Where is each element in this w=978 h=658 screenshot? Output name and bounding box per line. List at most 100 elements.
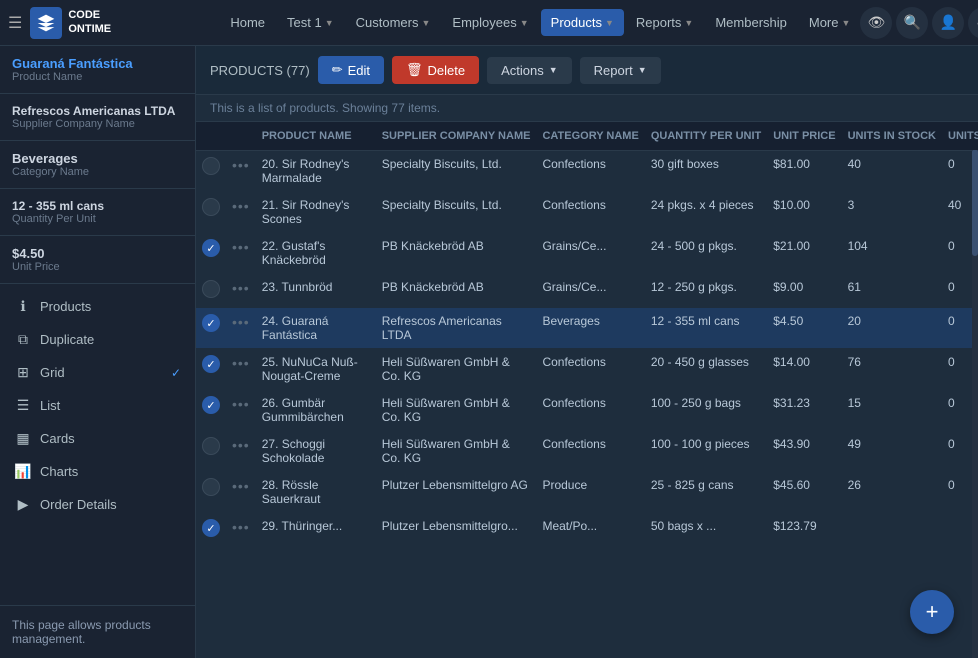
table-row[interactable]: ••• 23. Tunnbröd PB Knäckebröd AB Grains… (196, 274, 978, 308)
dots-icon[interactable]: ••• (232, 157, 250, 173)
table-row[interactable]: ✓ ••• 29. Thüringer... Plutzer Lebensmit… (196, 513, 978, 544)
row-menu-cell[interactable]: ••• (226, 151, 256, 192)
report-button[interactable]: Report ▼ (580, 57, 661, 84)
row-checkbox-cell[interactable]: ✓ (196, 513, 226, 544)
checkbox-unchecked[interactable] (202, 198, 220, 216)
edit-button[interactable]: ✏ Edit (318, 56, 384, 84)
row-menu-cell[interactable]: ••• (226, 192, 256, 233)
row-checkbox-cell[interactable] (196, 151, 226, 192)
search-icon[interactable]: 🔍 (896, 7, 928, 39)
dots-icon[interactable]: ••• (232, 478, 250, 494)
col-supplier[interactable]: SUPPLIER COMPANY NAME (376, 122, 537, 151)
products-table-wrap[interactable]: PRODUCT NAME SUPPLIER COMPANY NAME CATEG… (196, 122, 978, 658)
sidebar-category-label: Category Name (12, 166, 183, 178)
row-category: Grains/Ce... (536, 274, 644, 308)
dots-icon[interactable]: ••• (232, 239, 250, 255)
more-icon[interactable]: ••• (968, 7, 978, 39)
checkbox-checked[interactable]: ✓ (202, 239, 220, 257)
scrollbar-thumb[interactable] (972, 149, 978, 256)
nav-more[interactable]: More ▼ (799, 9, 861, 36)
checkbox-checked[interactable]: ✓ (202, 355, 220, 373)
checkbox-unchecked[interactable] (202, 280, 220, 298)
hamburger-icon[interactable]: ☰ (8, 13, 22, 33)
nav-test1[interactable]: Test 1 ▼ (277, 9, 344, 36)
nav-customers[interactable]: Customers ▼ (346, 9, 441, 36)
table-row[interactable]: ✓ ••• 24. Guaraná Fantástica Refrescos A… (196, 308, 978, 349)
row-checkbox-cell[interactable]: ✓ (196, 233, 226, 274)
dots-icon[interactable]: ••• (232, 355, 250, 371)
row-checkbox-cell[interactable]: ✓ (196, 308, 226, 349)
add-fab[interactable]: + (910, 590, 954, 634)
sidebar-item-cards[interactable]: ▦ Cards (0, 422, 195, 455)
row-category: Confections (536, 390, 644, 431)
nav-products[interactable]: Products ▼ (541, 9, 624, 36)
row-menu-cell[interactable]: ••• (226, 390, 256, 431)
row-menu-cell[interactable]: ••• (226, 513, 256, 544)
sidebar-list-label: List (40, 398, 60, 413)
nav-employees[interactable]: Employees ▼ (442, 9, 538, 36)
actions-button[interactable]: Actions ▼ (487, 57, 572, 84)
sidebar-item-order-details[interactable]: ▶ Order Details (0, 488, 195, 521)
table-row[interactable]: ✓ ••• 26. Gumbär Gummibärchen Heli Süßwa… (196, 390, 978, 431)
table-row[interactable]: ✓ ••• 22. Gustaf's Knäckebröd PB Knäckeb… (196, 233, 978, 274)
delete-button[interactable]: 🗑 Delete (392, 56, 479, 84)
user-icon[interactable]: 👤 (932, 7, 964, 39)
col-product-name[interactable]: PRODUCT NAME (256, 122, 376, 151)
col-order[interactable]: UNITS ON ORDER (942, 122, 978, 151)
checkbox-checked[interactable]: ✓ (202, 314, 220, 332)
sidebar-item-duplicate[interactable]: ⧉ Duplicate (0, 323, 195, 356)
col-stock[interactable]: UNITS IN STOCK (842, 122, 942, 151)
report-caret: ▼ (638, 65, 647, 75)
scrollbar-track[interactable] (972, 122, 978, 658)
checkbox-unchecked[interactable] (202, 157, 220, 175)
sidebar-item-charts[interactable]: 📊 Charts (0, 455, 195, 488)
dots-icon[interactable]: ••• (232, 519, 250, 535)
sidebar-products-label: Products (40, 299, 91, 314)
row-menu-cell[interactable]: ••• (226, 308, 256, 349)
row-checkbox-cell[interactable] (196, 274, 226, 308)
table-row[interactable]: ✓ ••• 25. NuNuCa Nuß-Nougat-Creme Heli S… (196, 349, 978, 390)
dots-icon[interactable]: ••• (232, 437, 250, 453)
sidebar-nav: ℹ Products ⧉ Duplicate ⊞ Grid ✓ ☰ List ▦… (0, 284, 195, 527)
eye-icon[interactable]: 👁 (860, 7, 892, 39)
checkbox-checked[interactable]: ✓ (202, 519, 220, 537)
sidebar-item-grid[interactable]: ⊞ Grid ✓ (0, 356, 195, 389)
sidebar-item-list[interactable]: ☰ List (0, 389, 195, 422)
row-checkbox-cell[interactable]: ✓ (196, 390, 226, 431)
row-checkbox-cell[interactable] (196, 472, 226, 513)
row-menu-cell[interactable]: ••• (226, 472, 256, 513)
dots-icon[interactable]: ••• (232, 280, 250, 296)
row-menu-cell[interactable]: ••• (226, 431, 256, 472)
dots-icon[interactable]: ••• (232, 396, 250, 412)
table-row[interactable]: ••• 28. Rössle Sauerkraut Plutzer Lebens… (196, 472, 978, 513)
checkbox-unchecked[interactable] (202, 478, 220, 496)
nav-reports[interactable]: Reports ▼ (626, 9, 703, 36)
nav-membership[interactable]: Membership (705, 9, 797, 36)
row-qty: 100 - 100 g pieces (645, 431, 767, 472)
col-category[interactable]: CATEGORY NAME (536, 122, 644, 151)
checkbox-unchecked[interactable] (202, 437, 220, 455)
row-menu-cell[interactable]: ••• (226, 349, 256, 390)
sidebar-product-name-label: Product Name (12, 71, 183, 83)
sidebar-item-products[interactable]: ℹ Products (0, 290, 195, 323)
nav-home[interactable]: Home (220, 9, 275, 36)
row-price: $45.60 (767, 472, 841, 513)
row-product-name: 29. Thüringer... (256, 513, 376, 544)
dots-icon[interactable]: ••• (232, 314, 250, 330)
row-checkbox-cell[interactable] (196, 431, 226, 472)
row-stock: 61 (842, 274, 942, 308)
row-checkbox-cell[interactable]: ✓ (196, 349, 226, 390)
row-qty: 50 bags x ... (645, 513, 767, 544)
table-row[interactable]: ••• 21. Sir Rodney's Scones Specialty Bi… (196, 192, 978, 233)
row-menu-cell[interactable]: ••• (226, 233, 256, 274)
row-category: Confections (536, 349, 644, 390)
dots-icon[interactable]: ••• (232, 198, 250, 214)
table-row[interactable]: ••• 20. Sir Rodney's Marmalade Specialty… (196, 151, 978, 192)
col-price[interactable]: UNIT PRICE (767, 122, 841, 151)
col-qty[interactable]: QUANTITY PER UNIT (645, 122, 767, 151)
row-checkbox-cell[interactable] (196, 192, 226, 233)
content-header: PRODUCTS (77) ✏ Edit 🗑 Delete Actions ▼ … (196, 46, 978, 95)
row-menu-cell[interactable]: ••• (226, 274, 256, 308)
checkbox-checked[interactable]: ✓ (202, 396, 220, 414)
table-row[interactable]: ••• 27. Schoggi Schokolade Heli Süßwaren… (196, 431, 978, 472)
